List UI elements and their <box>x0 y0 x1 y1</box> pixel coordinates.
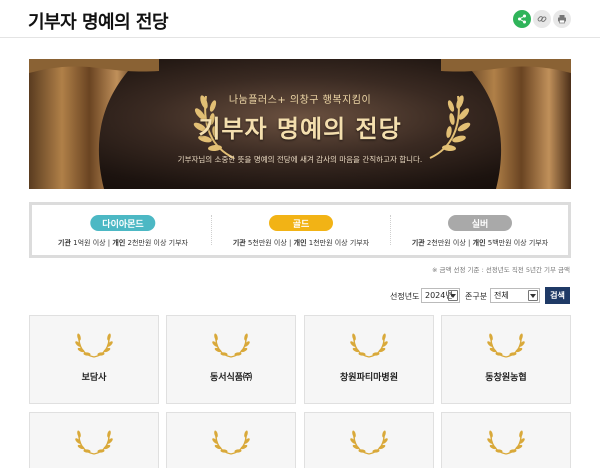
grade-badge-gold: 골드 <box>269 215 333 231</box>
banner-description: 기부자님의 소중한 뜻을 명예의 전당에 새겨 감사의 마음을 간직하고자 합니… <box>177 155 423 164</box>
page-title: 기부자 명예의 전당 <box>28 12 169 33</box>
grade-criteria-gold: 기관 5천만원 이상 | 개인 1천만원 이상 기부자 <box>232 239 370 247</box>
laurel-icon <box>487 333 525 358</box>
grade-criteria-silver: 기관 2천만원 이상 | 개인 5백만원 이상 기부자 <box>411 239 549 247</box>
donor-card[interactable] <box>304 412 434 468</box>
donor-card[interactable]: 동창원농협 <box>441 315 571 404</box>
chevron-down-icon <box>448 290 458 301</box>
share-icon <box>518 14 526 24</box>
chevron-down-icon <box>528 290 538 301</box>
laurel-icon <box>350 333 388 358</box>
print-button[interactable] <box>553 10 571 28</box>
donor-card[interactable] <box>441 412 571 468</box>
laurel-icon <box>350 430 388 455</box>
link-icon <box>537 16 547 22</box>
donor-card[interactable]: 동서식품㈜ <box>166 315 296 404</box>
area-select[interactable]: 전체 <box>490 288 540 303</box>
print-icon <box>558 15 566 24</box>
grade-silver: 실버 기관 2천만원 이상 | 개인 5백만원 이상 기부자 <box>391 205 569 255</box>
grade-criteria-diamond: 기관 1억원 이상 | 개인 2천만원 이상 기부자 <box>58 239 188 247</box>
year-label: 선정년도 <box>390 292 420 301</box>
donor-name: 동서식품㈜ <box>209 373 253 383</box>
donor-card[interactable] <box>166 412 296 468</box>
laurel-icon <box>212 430 250 455</box>
laurel-icon <box>212 333 250 358</box>
grade-diamond: 다이아몬드 기관 1억원 이상 | 개인 2천만원 이상 기부자 <box>34 205 212 255</box>
area-label: 존구분 <box>465 292 488 301</box>
donor-card[interactable]: 창원파티마병원 <box>304 315 434 404</box>
laurel-icon <box>75 333 113 358</box>
share-button[interactable] <box>513 10 531 28</box>
hall-of-fame-banner: 나눔플러스+ 의창구 행복지킴이 기부자 명예의 전당 기부자님의 소중한 뜻을… <box>29 59 571 189</box>
banner-subtitle: 나눔플러스+ 의창구 행복지킴이 <box>228 95 372 106</box>
criteria-notice: ※ 금액 선정 기준 : 선정년도 직전 5년간 기부 금액 <box>431 266 570 274</box>
search-button[interactable]: 검색 <box>545 287 570 304</box>
donor-card[interactable]: 보담사 <box>29 315 159 404</box>
copy-link-button[interactable] <box>533 10 551 28</box>
donor-name: 창원파티마병원 <box>340 373 398 383</box>
grade-badge-diamond: 다이아몬드 <box>90 215 156 231</box>
laurel-icon <box>75 430 113 455</box>
grade-criteria-box: 다이아몬드 기관 1억원 이상 | 개인 2천만원 이상 기부자 골드 기관 5… <box>29 202 571 258</box>
page-header: 기부자 명예의 전당 <box>0 0 600 38</box>
year-select[interactable]: 2024년 <box>421 288 460 303</box>
grade-gold: 골드 기관 5천만원 이상 | 개인 1천만원 이상 기부자 <box>212 205 390 255</box>
donor-card[interactable] <box>29 412 159 468</box>
grade-badge-silver: 실버 <box>448 215 512 231</box>
donor-name: 동창원농협 <box>485 373 527 383</box>
donor-name: 보담사 <box>81 373 107 383</box>
laurel-icon <box>487 430 525 455</box>
banner-title: 기부자 명예의 전당 <box>198 115 402 143</box>
